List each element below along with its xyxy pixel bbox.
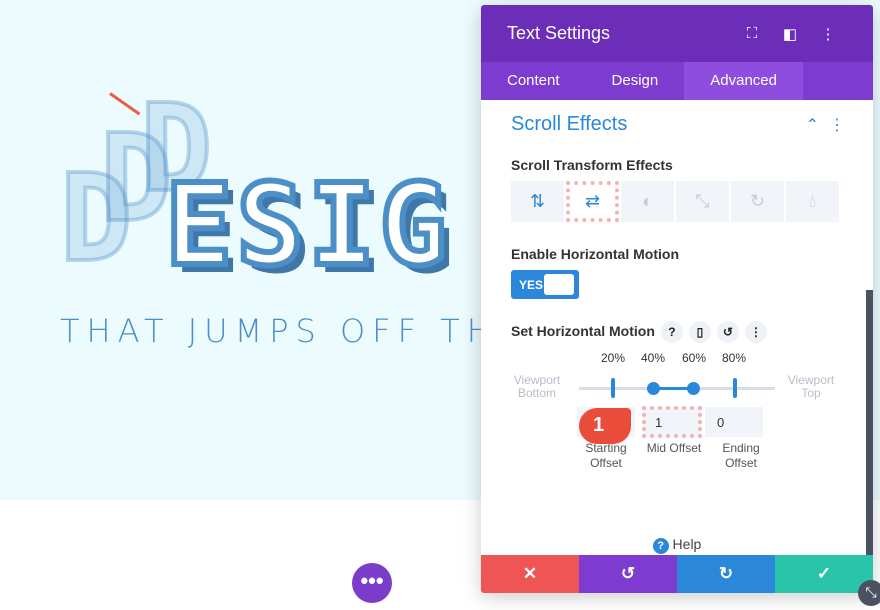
blur-icon[interactable]: 💧︎ xyxy=(786,181,839,222)
slider-handle-start[interactable] xyxy=(611,378,615,398)
tab-content[interactable]: Content xyxy=(481,62,586,100)
tab-design[interactable]: Design xyxy=(586,62,685,100)
more-vertical-icon[interactable]: ⋮ xyxy=(744,321,767,343)
section-title[interactable]: Scroll Effects xyxy=(511,113,627,136)
panel-header: Text Settings ⛶ ◧ ⋮ xyxy=(481,5,873,62)
fading-icon[interactable]: ◐ xyxy=(621,181,674,222)
set-motion-label: Set Horizontal Motion xyxy=(511,323,655,339)
tick-label: 80% xyxy=(722,351,747,365)
more-vertical-icon[interactable]: ⋮ xyxy=(829,117,855,134)
vertical-motion-icon[interactable]: ⇅ xyxy=(511,181,564,222)
help-icon[interactable]: ? xyxy=(660,321,683,343)
scroll-transform-label: Scroll Transform Effects xyxy=(511,157,673,173)
mobile-icon[interactable]: ▯ xyxy=(688,321,711,343)
subheadline-text[interactable]: THAT JUMPS OFF TH xyxy=(60,312,498,350)
columns-icon[interactable]: ◧ xyxy=(771,25,809,43)
chevron-up-icon[interactable]: ⌃ xyxy=(806,117,829,134)
help-icon: ? xyxy=(652,538,669,554)
scaling-icon[interactable]: ⤡ xyxy=(676,181,729,222)
slider-handle-mid-start[interactable] xyxy=(647,382,660,395)
mid-offset-label: Mid Offset xyxy=(646,441,702,455)
ending-offset-input[interactable]: 0 xyxy=(705,407,763,437)
ending-offset-label: Ending Offset xyxy=(722,441,760,470)
viewport-top-label: Viewport Top xyxy=(787,373,835,400)
more-options-button[interactable]: ••• xyxy=(352,563,392,603)
set-motion-row: Set Horizontal Motion? ▯ ↺ ⋮ xyxy=(511,321,767,343)
redo-button[interactable]: ↻ xyxy=(677,555,775,593)
undo-button[interactable]: ↺ xyxy=(579,555,677,593)
rotating-icon[interactable]: ↻ xyxy=(731,181,784,222)
tick-label: 60% xyxy=(682,351,707,365)
help-link[interactable]: ? Help xyxy=(481,536,873,554)
starting-offset-label: Starting Offset xyxy=(585,441,627,470)
tick-label: 20% xyxy=(601,351,626,365)
reset-icon[interactable]: ↺ xyxy=(716,321,739,343)
settings-panel: Text Settings ⛶ ◧ ⋮ Content Design Advan… xyxy=(481,5,873,593)
panel-tabs: Content Design Advanced xyxy=(481,62,873,100)
fullscreen-icon[interactable]: ⛶ xyxy=(733,25,771,42)
slider-handle-end[interactable] xyxy=(733,378,737,398)
enable-motion-toggle[interactable]: YES xyxy=(511,270,579,299)
slider-handle-mid-end[interactable] xyxy=(687,382,700,395)
tab-advanced[interactable]: Advanced xyxy=(684,62,803,100)
panel-title: Text Settings xyxy=(507,23,611,43)
panel-footer: ✕ ↺ ↻ ✓ xyxy=(481,555,873,593)
help-label: Help xyxy=(672,536,702,552)
headline-text[interactable]: ESIG xyxy=(162,167,451,285)
toggle-label: YES xyxy=(519,278,544,292)
cancel-button[interactable]: ✕ xyxy=(481,555,579,593)
step-badge: 1 xyxy=(579,408,631,444)
more-vertical-icon[interactable]: ⋮ xyxy=(809,25,847,43)
tick-label: 40% xyxy=(641,351,666,365)
viewport-bottom-label: Viewport Bottom xyxy=(513,373,561,400)
horizontal-motion-icon[interactable]: ⇄ xyxy=(566,181,619,222)
scrollbar[interactable] xyxy=(866,290,873,555)
resize-handle-icon[interactable]: ⤡ xyxy=(858,580,880,606)
mid-offset-input[interactable]: 1 xyxy=(642,406,702,438)
enable-motion-label: Enable Horizontal Motion xyxy=(511,246,679,262)
effects-group: ⇅ ⇄ ◐ ⤡ ↻ 💧︎ xyxy=(511,181,839,222)
section-controls: ⌃⋮ xyxy=(806,115,855,135)
